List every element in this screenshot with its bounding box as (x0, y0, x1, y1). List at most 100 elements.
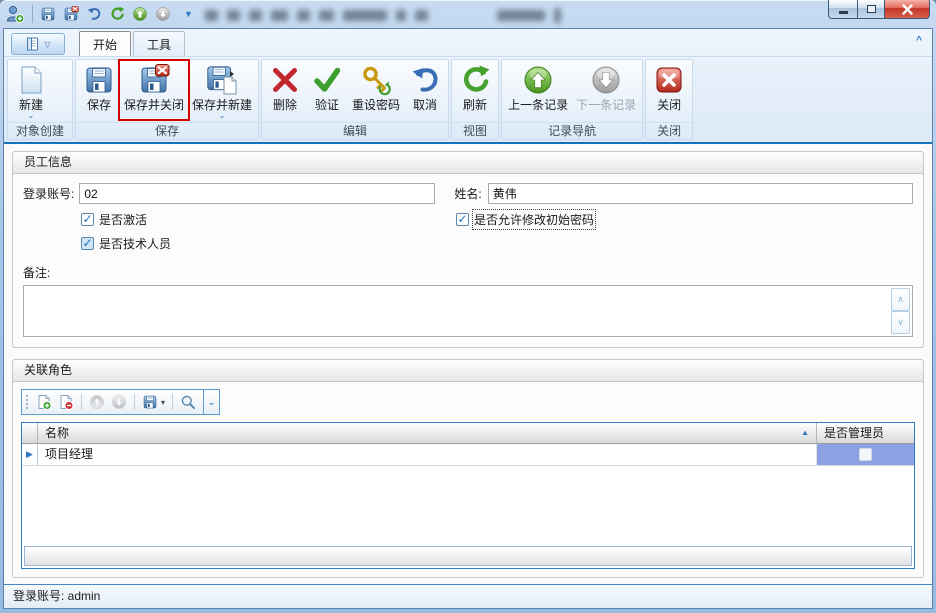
ribbon-group-label: 视图 (452, 122, 498, 139)
checkbox-unchecked-icon[interactable] (859, 448, 872, 461)
ribbon-body: 新建 ⌄ 对象创建 保存 (4, 56, 932, 142)
previous-record-button-label: 上一条记录 (508, 98, 568, 112)
checkbox-is-technical-staff[interactable]: ✓ 是否技术人员 (81, 235, 450, 252)
checkbox-checked-icon[interactable]: ✓ (81, 213, 94, 226)
client-area: ▽ 开始 工具 ^ 新建 ⌄ 对象创建 (3, 28, 933, 609)
save-icon[interactable] (142, 394, 158, 410)
save-and-close-button[interactable]: 保存并关闭 (120, 61, 188, 121)
grid-empty-area (22, 466, 914, 546)
previous-record-icon[interactable] (132, 6, 148, 22)
grid-column-header-name[interactable]: 名称 ▲ (38, 423, 817, 443)
checkbox-checked-icon[interactable]: ✓ (456, 213, 469, 226)
new-button[interactable]: 新建 ⌄ (10, 61, 52, 121)
ribbon-tab-row: ▽ 开始 工具 ^ (4, 29, 932, 56)
employee-info-group-title: 员工信息 (13, 152, 923, 174)
remarks-scrollbar[interactable]: ∧ ∨ (891, 288, 910, 334)
save-and-close-icon[interactable] (63, 6, 79, 22)
tab-start[interactable]: 开始 (79, 31, 131, 56)
close-form-button-label: 关闭 (657, 98, 681, 112)
name-label: 姓名: (454, 185, 481, 202)
ribbon-group-label: 关闭 (646, 122, 692, 139)
checkbox-checked-icon[interactable]: ✓ (81, 237, 94, 250)
undo-icon[interactable] (86, 6, 102, 22)
new-document-icon (15, 64, 47, 96)
find-magnifier-icon[interactable] (180, 394, 196, 410)
chevron-down-icon: ⌄ (28, 112, 35, 120)
toolbar-overflow-chevron-down-icon[interactable]: ⌄ (203, 390, 219, 414)
ribbon-group-label: 保存 (76, 122, 258, 139)
ribbon: ▽ 开始 工具 ^ 新建 ⌄ 对象创建 (4, 29, 932, 144)
next-record-button: 下一条记录 (572, 61, 640, 121)
ribbon-group-object-create: 新建 ⌄ 对象创建 (7, 59, 73, 140)
remove-row-icon[interactable] (58, 394, 74, 410)
roles-toolbar: ▾ ⌄ (21, 389, 220, 415)
login-account-input[interactable] (79, 183, 435, 204)
tab-tools[interactable]: 工具 (133, 31, 185, 56)
save-icon (83, 64, 115, 96)
close-window-icon (653, 64, 685, 96)
scroll-up-chevron-icon[interactable]: ∧ (891, 288, 910, 311)
refresh-icon[interactable] (109, 6, 125, 22)
minimize-button[interactable] (828, 0, 858, 19)
qat-overflow-chevron-down-icon[interactable]: ▼ (184, 9, 193, 19)
employee-info-body: 登录账号: 姓名: ✓ 是否激活 (13, 174, 923, 347)
table-row[interactable]: ▶ 项目经理 (22, 444, 914, 466)
save-button-label: 保存 (87, 98, 111, 112)
ribbon-collapse-chevron-up-icon[interactable]: ^ (916, 35, 922, 46)
maximize-icon (867, 5, 876, 13)
refresh-button-label: 刷新 (463, 98, 487, 112)
employee-info-group: 员工信息 登录账号: 姓名: ✓ 是否激活 (12, 151, 924, 348)
reset-password-button[interactable]: 重设密码 (348, 61, 404, 121)
cancel-button-label: 取消 (413, 98, 437, 112)
scroll-down-chevron-icon[interactable]: ∨ (891, 311, 910, 334)
checkbox-allow-change-initial-password[interactable]: ✓ 是否允许修改初始密码 (456, 211, 913, 228)
previous-record-up-icon (522, 64, 554, 96)
ribbon-group-view: 刷新 视图 (451, 59, 499, 140)
cancel-undo-icon (409, 64, 441, 96)
save-and-new-button-label: 保存并新建 (192, 98, 252, 112)
ribbon-group-save: 保存 保存并关闭 保存并新建 ⌄ 保存 (75, 59, 259, 140)
save-icon[interactable] (40, 6, 56, 22)
toolbar-separator (172, 394, 173, 410)
grid-column-header-is-admin[interactable]: 是否管理员 (817, 423, 914, 443)
application-window: ▼ ▽ (0, 0, 936, 613)
close-form-button[interactable]: 关闭 (648, 61, 690, 121)
grid-column-name-label: 名称 (45, 426, 69, 440)
grid-indicator-header (22, 423, 38, 443)
ribbon-group-label: 编辑 (262, 122, 448, 139)
reset-password-key-icon (360, 64, 392, 96)
refresh-button[interactable]: 刷新 (454, 61, 496, 121)
new-button-label: 新建 (19, 98, 43, 112)
close-button[interactable] (884, 0, 930, 19)
save-and-new-button[interactable]: 保存并新建 ⌄ (188, 61, 256, 121)
chevron-down-icon: ▾ (161, 398, 165, 407)
sort-ascending-icon: ▲ (801, 423, 809, 443)
cancel-button[interactable]: 取消 (404, 61, 446, 121)
delete-button[interactable]: 删除 (264, 61, 306, 121)
role-name-cell[interactable]: 项目经理 (38, 444, 817, 465)
checkbox-is-active[interactable]: ✓ 是否激活 (81, 211, 450, 228)
login-account-label: 登录账号: (23, 185, 74, 202)
is-admin-cell-selected[interactable] (817, 444, 914, 465)
ribbon-group-record-navigation: 上一条记录 下一条记录 记录导航 (501, 59, 643, 140)
toolbar-separator (81, 394, 82, 410)
previous-record-button[interactable]: 上一条记录 (504, 61, 572, 121)
remarks-textarea[interactable]: ∧ ∨ (23, 285, 913, 337)
toolbar-grip-handle[interactable] (25, 394, 29, 410)
save-and-close-icon (138, 64, 170, 96)
toolbar-save-dropdown-button[interactable]: ▾ (142, 394, 165, 410)
application-menu-button[interactable]: ▽ (11, 33, 65, 55)
title-bar[interactable]: ▼ (0, 0, 936, 28)
maximize-button[interactable] (857, 0, 885, 19)
add-user-app-icon (5, 4, 25, 24)
save-button[interactable]: 保存 (78, 61, 120, 121)
next-record-icon[interactable] (155, 6, 171, 22)
move-up-icon (89, 394, 105, 410)
name-input[interactable] (488, 183, 913, 204)
validate-button-label: 验证 (315, 98, 339, 112)
ribbon-group-edit: 删除 验证 重设密码 取消 (261, 59, 449, 140)
validate-button[interactable]: 验证 (306, 61, 348, 121)
next-record-down-icon (590, 64, 622, 96)
save-and-new-icon (206, 64, 238, 96)
add-row-icon[interactable] (36, 394, 52, 410)
